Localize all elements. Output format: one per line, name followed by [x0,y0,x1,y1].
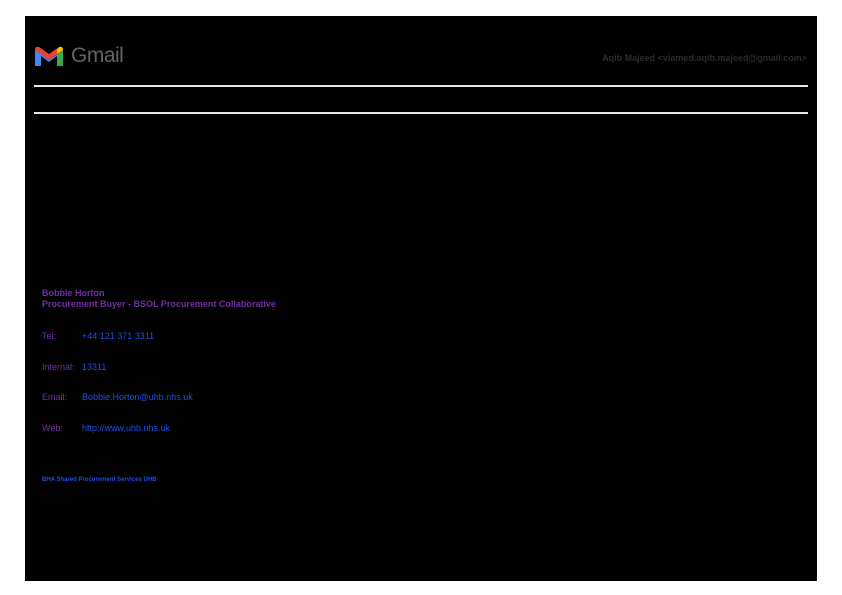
web-label: Web: [42,423,63,433]
signature-name: Bobbie Horton [42,288,105,298]
email-page: Gmail Aqib Majeed <viamed.aqib.majeed@gm… [25,16,817,581]
gmail-logo[interactable]: Gmail [33,43,124,69]
email-label: Email: [42,392,68,402]
email-signature: Bobbie Horton Procurement Buyer - BSOL P… [42,288,276,433]
email-link[interactable]: Bobbie.Horton@uhb.nhs.uk [82,392,193,402]
gmail-m-icon [35,46,63,66]
account-address: Aqib Majeed <viamed.aqib.majeed@gmail.co… [602,53,807,63]
internal-extension: 13311 [82,362,107,372]
tel-link[interactable]: +44 121 371 3311 [82,331,154,341]
signature-org: BHA Shared Procurement Services UHB [42,477,157,483]
signature-web-row: Web: http://www.uhb.nhs.uk [42,423,170,434]
signature-internal-row: Internal: 13311 [42,362,106,373]
header-divider [34,85,808,87]
tel-label: Tel: [42,331,57,341]
signature-role: Procurement Buyer - BSOL Procurement Col… [42,299,276,309]
gmail-wordmark: Gmail [71,44,124,67]
subject-divider [34,112,808,114]
internal-label: Internal: [42,362,75,372]
web-link[interactable]: http://www.uhb.nhs.uk [82,423,170,433]
signature-tel-row: Tel: +44 121 371 3311 [42,331,154,342]
signature-email-row: Email: Bobbie.Horton@uhb.nhs.uk [42,392,193,403]
